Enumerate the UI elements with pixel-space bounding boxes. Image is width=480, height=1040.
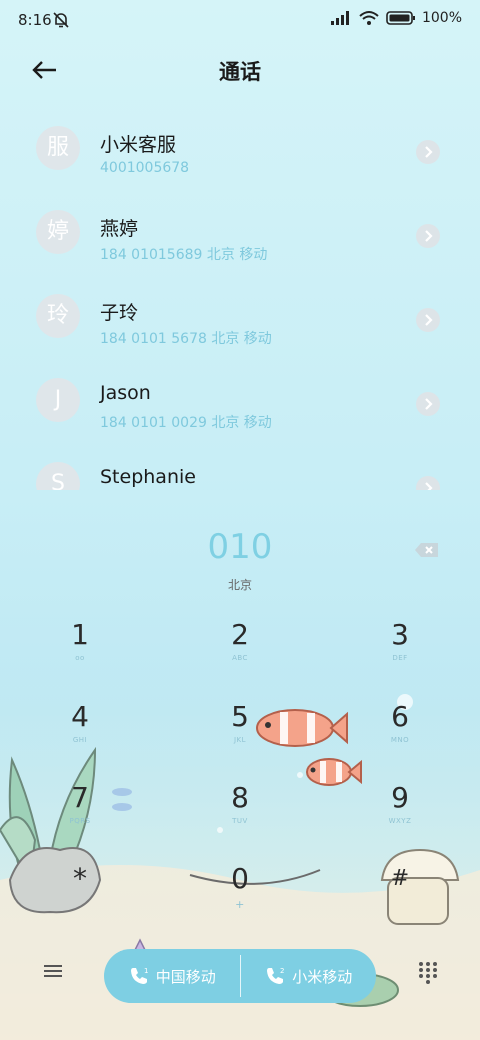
phone-icon: 1 <box>130 967 148 984</box>
avatar: 服 <box>36 126 80 170</box>
key-7[interactable]: 7 PQRS <box>20 781 140 851</box>
menu-icon <box>44 965 62 977</box>
dialpad-icon <box>419 962 437 984</box>
header: 通话 <box>0 48 480 92</box>
key-digit: 5 <box>231 700 249 733</box>
key-letters: oo <box>75 654 85 662</box>
call-sim2-label: 小米移动 <box>292 967 353 986</box>
key-digit: 1 <box>71 618 89 651</box>
call-button-group: 1 中国移动 2 小米移动 <box>104 949 376 1003</box>
key-1[interactable]: 1 oo <box>20 618 140 688</box>
call-sim1-label: 中国移动 <box>155 967 216 986</box>
key-digit: 2 <box>231 618 249 651</box>
menu-button[interactable] <box>40 958 66 984</box>
page-title: 通话 <box>219 60 261 84</box>
key-digit: 6 <box>391 700 409 733</box>
chevron-right-icon[interactable] <box>416 308 440 332</box>
chevron-right-icon[interactable] <box>416 140 440 164</box>
avatar: S <box>36 462 80 490</box>
contact-number: 184 0101 5678 北京 移动 <box>100 331 272 347</box>
contact-name: 燕婷 <box>100 218 139 240</box>
status-icons: 100% <box>330 10 462 26</box>
battery-level: 100% <box>421 10 462 26</box>
key-digit: 4 <box>71 700 89 733</box>
key-digit: 7 <box>71 781 89 814</box>
sim-number: 1 <box>144 967 148 975</box>
wifi-icon <box>359 11 379 25</box>
battery-icon <box>386 11 415 25</box>
call-sim1-button[interactable]: 1 中国移动 <box>104 949 240 1003</box>
key-letters: PQRS <box>69 817 91 825</box>
contact-name: Stephanie <box>100 466 196 488</box>
key-5[interactable]: 5 JKL <box>180 700 300 770</box>
dialpad-toggle-button[interactable] <box>414 958 442 986</box>
sim-number: 2 <box>280 967 284 975</box>
dialed-number: 010 <box>207 527 273 567</box>
contact-item[interactable]: J Jason 184 0101 0029 北京 移动 <box>0 362 480 446</box>
avatar: 婷 <box>36 210 80 254</box>
key-digit: 0 <box>231 862 249 895</box>
key-digit: * <box>73 862 87 895</box>
chevron-right-icon[interactable] <box>416 476 440 490</box>
contact-name: Jason <box>100 382 151 404</box>
phone-icon: 2 <box>267 967 285 984</box>
key-6[interactable]: 6 MNO <box>340 700 460 770</box>
chevron-right-icon[interactable] <box>416 392 440 416</box>
status-time: 8:16 <box>18 11 52 29</box>
key-letters: JKL <box>233 736 247 744</box>
dialed-location: 北京 <box>227 578 252 592</box>
key-hash[interactable]: # <box>340 862 460 932</box>
contact-item[interactable]: 服 小米客服 4001005678 <box>0 110 480 194</box>
key-letters: + <box>235 898 245 911</box>
key-digit: # <box>390 866 410 891</box>
key-letters: GHI <box>72 736 88 744</box>
chevron-right-icon[interactable] <box>416 224 440 248</box>
contact-number: 4001005678 <box>100 160 190 176</box>
avatar: 玲 <box>36 294 80 338</box>
key-4[interactable]: 4 GHI <box>20 700 140 770</box>
key-9[interactable]: 9 WXYZ <box>340 781 460 851</box>
backspace-icon <box>415 543 438 557</box>
key-digit: 8 <box>231 781 249 814</box>
signal-icon <box>330 11 349 25</box>
key-letters: WXYZ <box>388 817 412 825</box>
contact-item[interactable]: 婷 燕婷 184 01015689 北京 移动 <box>0 194 480 278</box>
key-8[interactable]: 8 TUV <box>180 781 300 851</box>
key-letters: MNO <box>390 736 410 744</box>
key-letters: DEF <box>392 654 408 662</box>
contact-item[interactable]: S Stephanie <box>0 446 480 490</box>
call-sim2-button[interactable]: 2 小米移动 <box>241 949 377 1003</box>
key-0[interactable]: 0 + <box>180 862 300 932</box>
contact-name: 子玲 <box>100 302 139 324</box>
key-letters: ABC <box>232 654 248 662</box>
status-bar: 8:16 100% <box>0 0 480 40</box>
key-digit: 3 <box>391 618 409 651</box>
key-letters: TUV <box>232 817 248 825</box>
contact-name: 小米客服 <box>100 134 177 156</box>
contact-number: 184 0101 0029 北京 移动 <box>100 415 272 431</box>
key-star[interactable]: * <box>20 862 140 932</box>
key-2[interactable]: 2 ABC <box>180 618 300 688</box>
contact-number: 184 01015689 北京 移动 <box>100 247 268 263</box>
contact-list: 服 小米客服 4001005678 婷 燕婷 184 01015689 北京 移… <box>0 110 480 490</box>
key-3[interactable]: 3 DEF <box>340 618 460 688</box>
contact-item[interactable]: 玲 子玲 184 0101 5678 北京 移动 <box>0 278 480 362</box>
bell-muted-icon <box>53 12 69 28</box>
key-digit: 9 <box>391 781 409 814</box>
bottom-bar: 1 中国移动 2 小米移动 <box>0 940 480 1010</box>
backspace-button[interactable] <box>414 541 440 559</box>
avatar: J <box>36 378 80 422</box>
